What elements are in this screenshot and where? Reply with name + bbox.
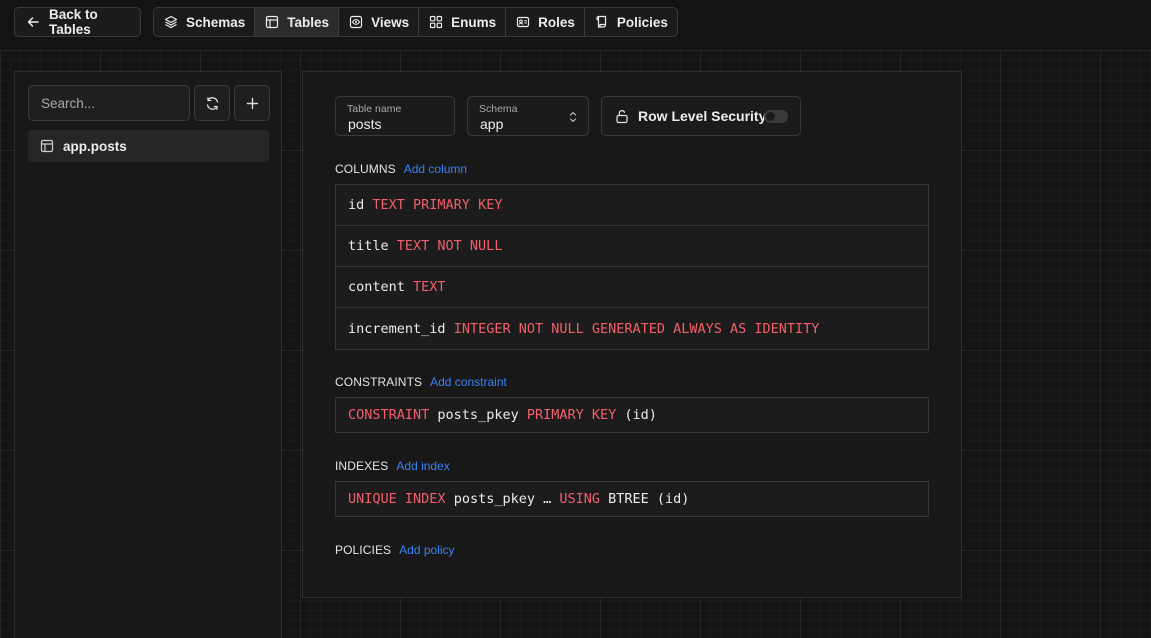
constraint-columns: (id) — [624, 407, 657, 423]
tab-policies[interactable]: Policies — [585, 8, 677, 36]
index-row[interactable]: UNIQUE INDEX posts_pkey … USING BTREE (i… — [336, 482, 928, 516]
column-row[interactable]: increment_id INTEGER NOT NULL GENERATED … — [336, 308, 928, 349]
columns-title: COLUMNS — [335, 162, 396, 176]
top-bar: Back to Tables Schemas Tables Views Enum… — [0, 0, 1151, 50]
constraint-row[interactable]: CONSTRAINT posts_pkey PRIMARY KEY (id) — [336, 398, 928, 432]
index-using-keyword: USING — [559, 491, 601, 507]
policies-header: POLICIES Add policy — [335, 543, 455, 557]
tab-label: Tables — [287, 14, 330, 30]
columns-list: id TEXT PRIMARY KEY title TEXT NOT NULL … — [335, 184, 929, 350]
table-editor-panel: Table name posts Schema app Row Level Se… — [302, 71, 962, 598]
add-constraint-link[interactable]: Add constraint — [430, 375, 507, 389]
constraint-name: posts_pkey — [437, 407, 519, 423]
table-item-label: app.posts — [63, 138, 127, 154]
grid-icon — [429, 15, 443, 29]
tab-schemas[interactable]: Schemas — [154, 8, 256, 36]
columns-header: COLUMNS Add column — [335, 162, 467, 176]
schema-label: Schema — [479, 103, 518, 115]
back-label: Back to Tables — [49, 7, 98, 37]
scroll-icon — [596, 15, 606, 28]
tab-label: Enums — [451, 14, 497, 30]
table-icon — [40, 139, 54, 153]
refresh-icon — [206, 96, 218, 110]
arrow-left-icon — [27, 17, 39, 27]
column-name: increment_id — [348, 320, 446, 337]
column-name: title — [348, 238, 389, 254]
indexes-header: INDEXES Add index — [335, 459, 450, 473]
column-definition: TEXT NOT NULL — [396, 238, 503, 254]
tab-enums[interactable]: Enums — [419, 8, 507, 36]
column-row[interactable]: id TEXT PRIMARY KEY — [336, 185, 928, 226]
tab-label: Schemas — [186, 14, 246, 30]
tab-label: Policies — [616, 14, 668, 30]
indexes-title: INDEXES — [335, 459, 389, 473]
schema-select[interactable]: Schema app — [467, 96, 589, 136]
column-definition: TEXT — [413, 279, 446, 295]
column-definition: TEXT PRIMARY KEY — [372, 197, 503, 213]
index-name: posts_pkey … — [453, 491, 552, 507]
table-name-value: posts — [348, 116, 382, 132]
add-policy-link[interactable]: Add policy — [399, 543, 454, 557]
rls-toggle[interactable] — [764, 110, 788, 123]
unlock-icon — [616, 109, 628, 123]
add-index-link[interactable]: Add index — [396, 459, 449, 473]
chevron-up-down-icon — [569, 111, 577, 123]
table-icon — [266, 15, 279, 29]
id-card-icon — [517, 16, 530, 28]
tab-label: Roles — [538, 14, 575, 30]
table-name-label: Table name — [347, 103, 402, 115]
column-row[interactable]: content TEXT — [336, 267, 928, 308]
plus-icon — [246, 97, 258, 109]
tab-roles[interactable]: Roles — [506, 8, 585, 36]
row-level-security-control: Row Level Security — [601, 96, 801, 136]
constraints-list: CONSTRAINT posts_pkey PRIMARY KEY (id) — [335, 397, 929, 433]
tab-label: Views — [371, 14, 410, 30]
toggle-knob — [766, 112, 775, 121]
constraints-title: CONSTRAINTS — [335, 375, 423, 389]
constraints-header: CONSTRAINTS Add constraint — [335, 375, 507, 389]
table-name-field[interactable]: Table name posts — [335, 96, 455, 136]
nav-tabs: Schemas Tables Views Enums Roles Policie… — [153, 7, 678, 37]
column-name: content — [348, 279, 405, 295]
indexes-list: UNIQUE INDEX posts_pkey … USING BTREE (i… — [335, 481, 929, 517]
constraint-keyword: CONSTRAINT — [348, 407, 430, 423]
schema-value: app — [480, 116, 504, 132]
sidebar-table-item[interactable]: app.posts — [28, 130, 269, 162]
index-keyword: UNIQUE INDEX — [348, 491, 446, 507]
eye-icon — [349, 15, 363, 29]
tab-views[interactable]: Views — [339, 8, 420, 36]
policies-title: POLICIES — [335, 543, 392, 557]
column-row[interactable]: title TEXT NOT NULL — [336, 226, 928, 267]
rls-label: Row Level Security — [638, 108, 767, 124]
back-to-tables-button[interactable]: Back to Tables — [14, 7, 141, 37]
refresh-button[interactable] — [194, 85, 230, 121]
add-column-link[interactable]: Add column — [404, 162, 467, 176]
sidebar: app.posts — [14, 71, 282, 638]
search-input[interactable] — [28, 85, 190, 121]
tab-tables[interactable]: Tables — [255, 8, 340, 36]
layers-icon — [164, 15, 178, 29]
column-definition: INTEGER NOT NULL GENERATED ALWAYS AS IDE… — [453, 320, 820, 337]
constraint-type: PRIMARY KEY — [526, 407, 617, 423]
column-name: id — [348, 197, 365, 213]
add-table-button[interactable] — [234, 85, 270, 121]
index-method: BTREE (id) — [608, 491, 690, 507]
